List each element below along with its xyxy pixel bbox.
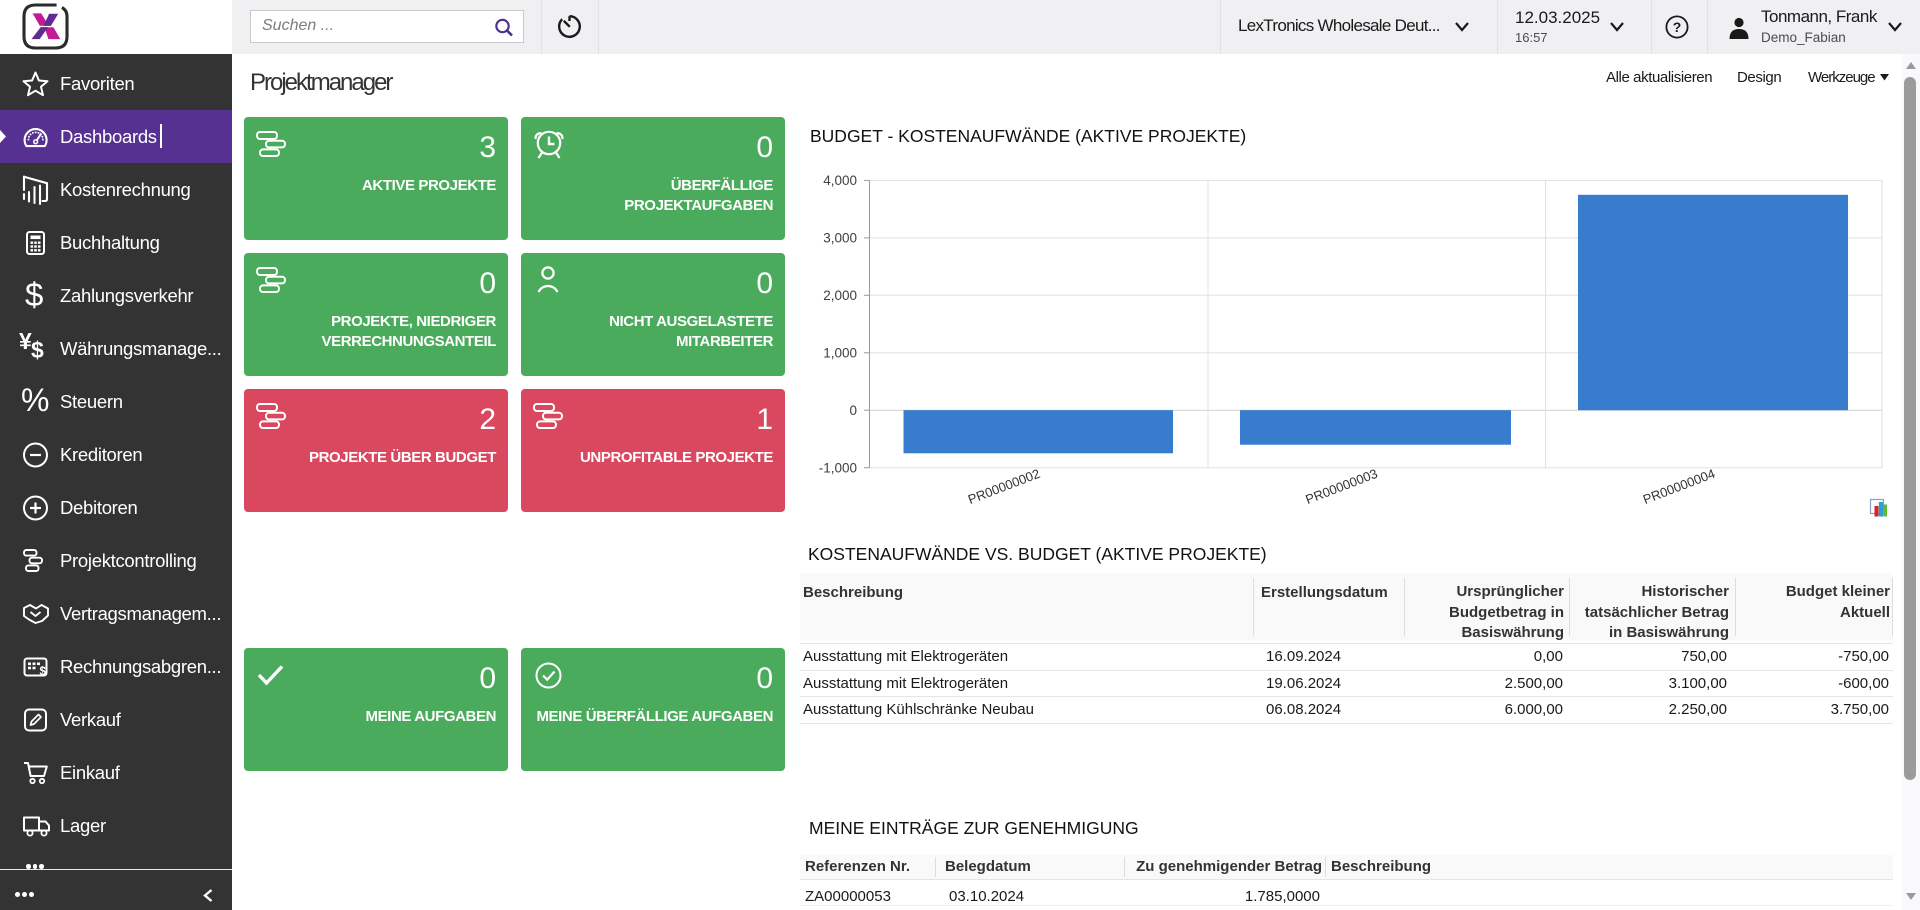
svg-text:-1,000: -1,000 — [819, 460, 857, 475]
svg-text:PR00000002: PR00000002 — [966, 466, 1042, 507]
svg-text:?: ? — [1673, 19, 1682, 35]
svg-text:4,000: 4,000 — [823, 173, 857, 188]
svg-text:0: 0 — [849, 403, 857, 418]
svg-text:2,000: 2,000 — [823, 288, 857, 303]
svg-text:3,000: 3,000 — [823, 231, 857, 246]
svg-text:$: $ — [40, 666, 47, 678]
svg-text:PR00000003: PR00000003 — [1303, 466, 1379, 507]
svg-text:PR00000004: PR00000004 — [1641, 466, 1717, 507]
svg-text:1,000: 1,000 — [823, 345, 857, 360]
